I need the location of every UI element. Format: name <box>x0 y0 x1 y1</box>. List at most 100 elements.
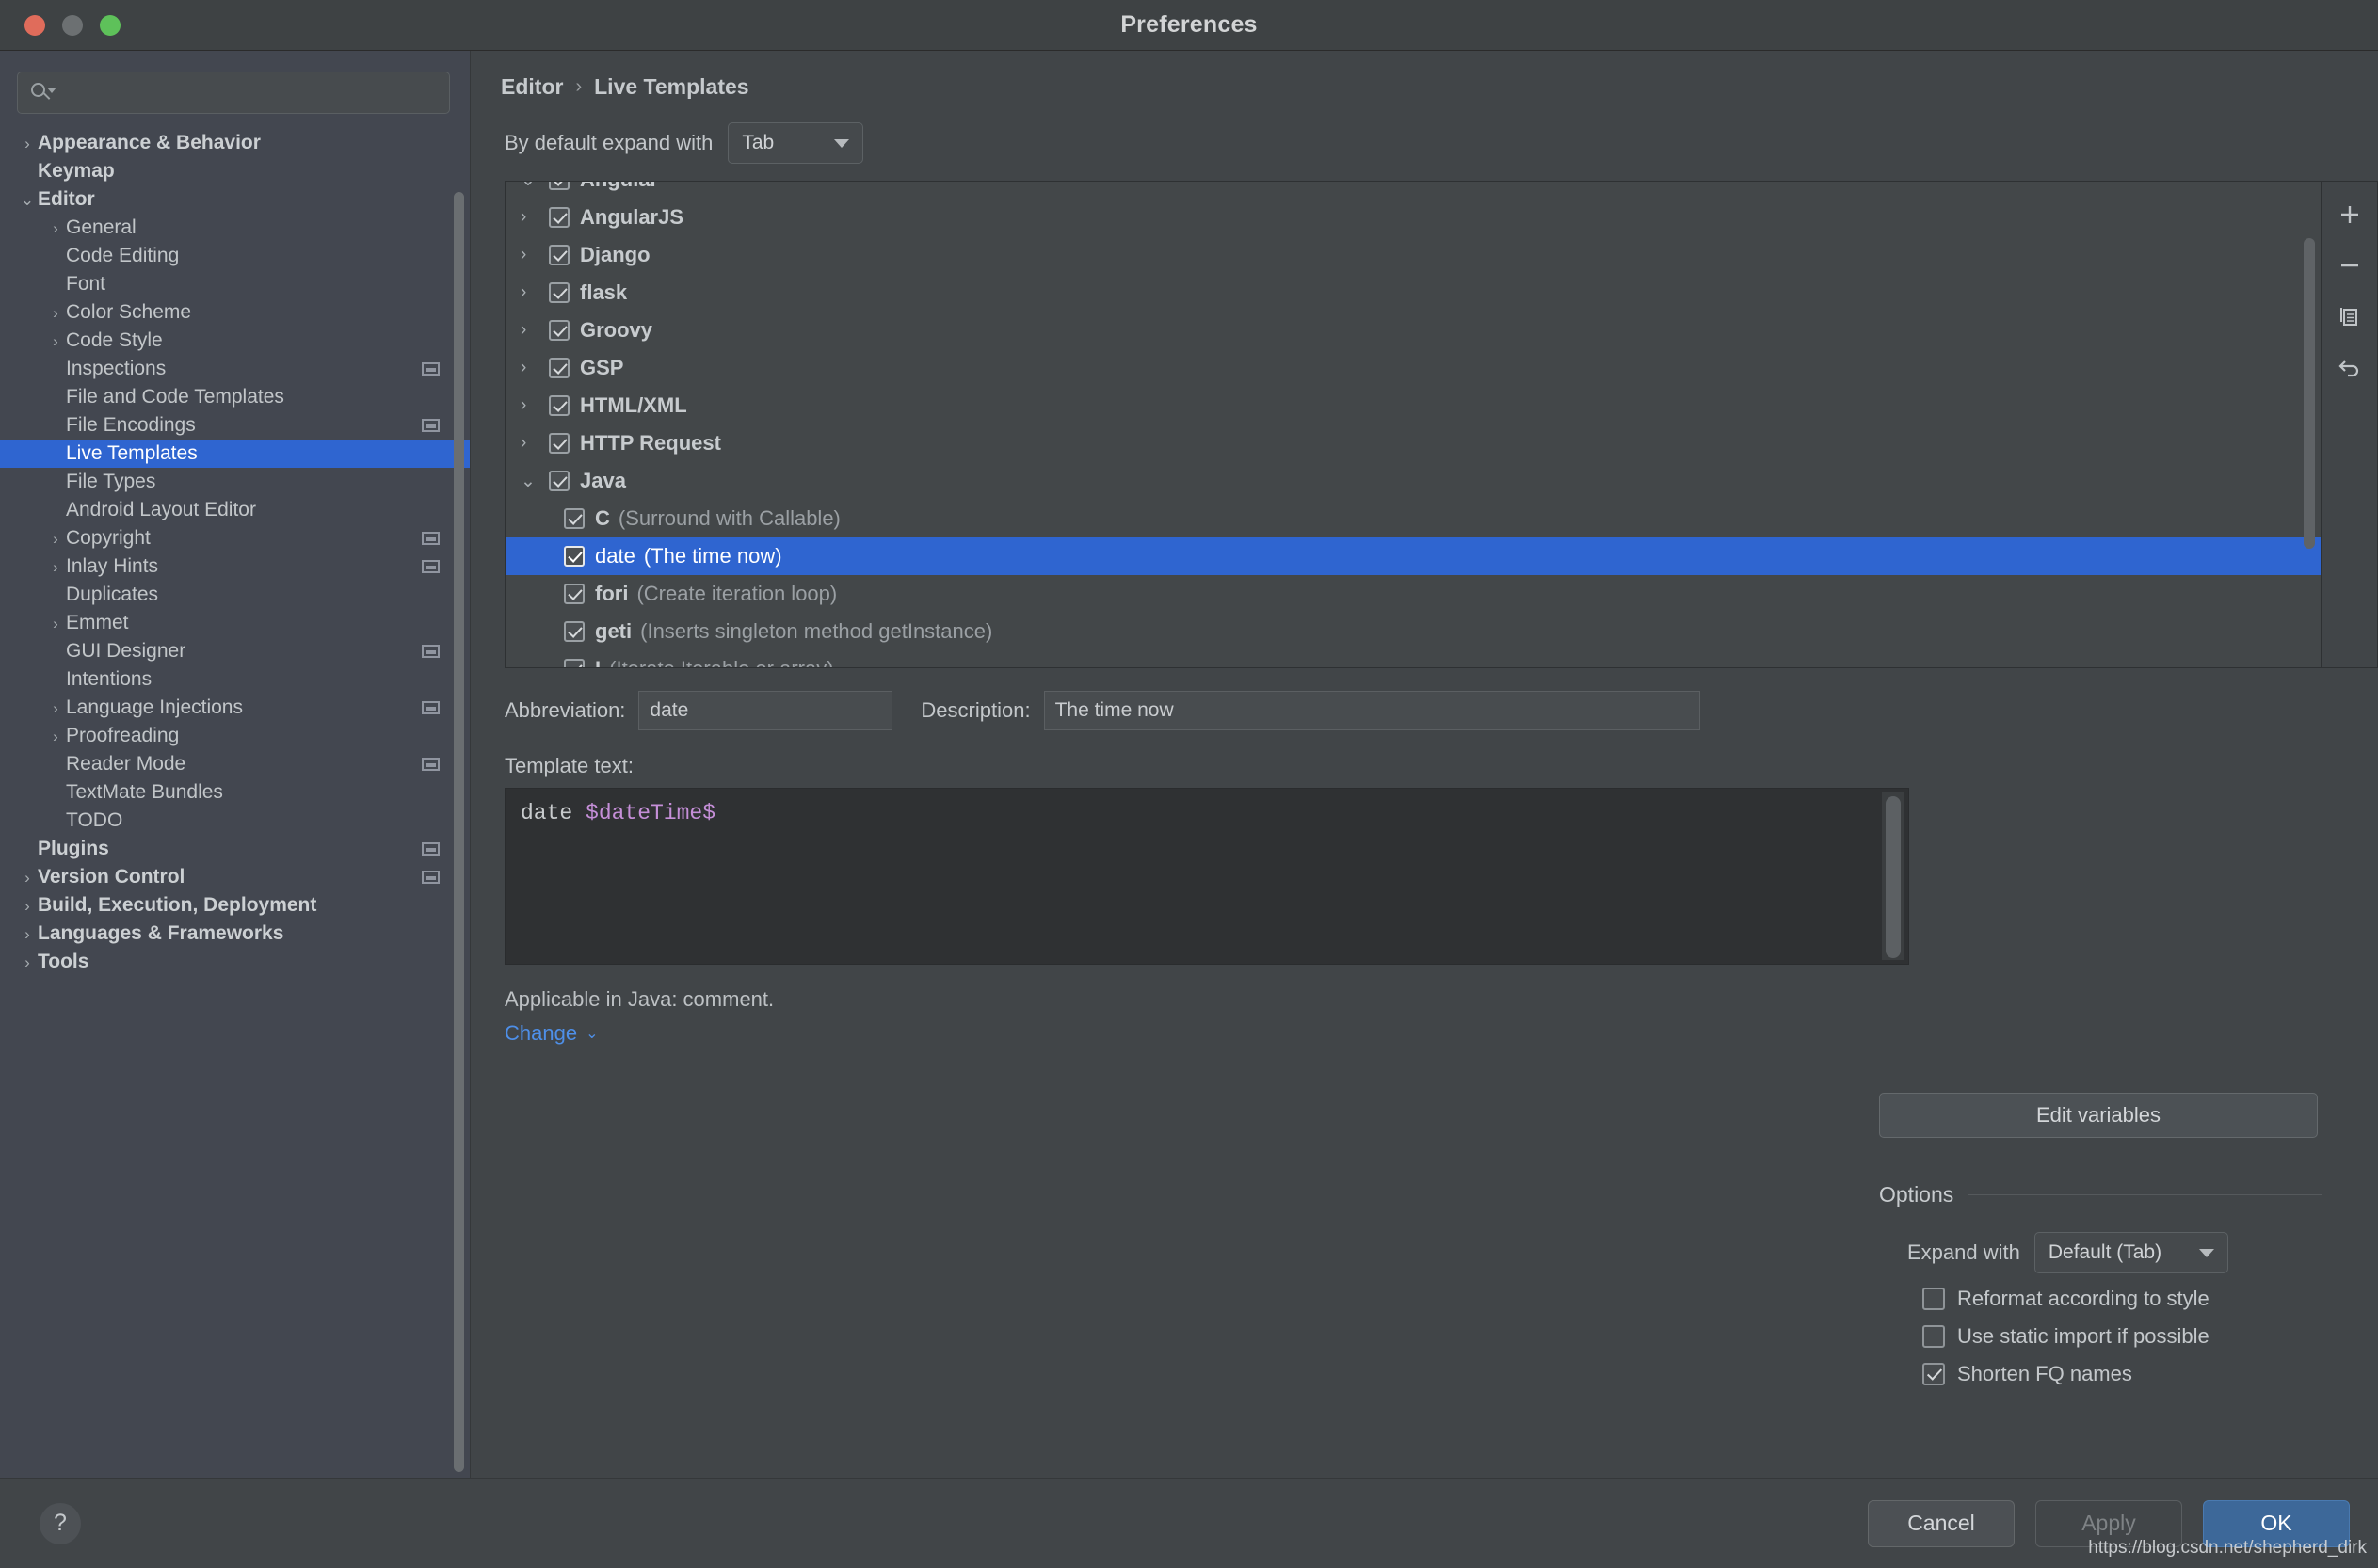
template-enabled-checkbox[interactable] <box>549 433 570 454</box>
sidebar-item-android-layout-editor[interactable]: Android Layout Editor <box>0 496 470 524</box>
chevron-right-icon[interactable]: › <box>17 954 38 970</box>
sidebar-item-plugins[interactable]: Plugins <box>0 835 470 863</box>
help-button[interactable]: ? <box>40 1503 81 1544</box>
sidebar-item-live-templates[interactable]: Live Templates <box>0 440 470 468</box>
default-expand-with-dropdown[interactable]: Tab <box>728 122 863 164</box>
sidebar-item-todo[interactable]: TODO <box>0 807 470 835</box>
chevron-down-icon[interactable]: ⌄ <box>521 471 549 492</box>
sidebar-item-file-types[interactable]: File Types <box>0 468 470 496</box>
template-tree-row[interactable]: ⌄Java <box>506 462 2321 500</box>
templates-tree-scrollbar[interactable] <box>2304 238 2315 549</box>
template-tree-row[interactable]: I(Iterate Iterable or array) <box>506 650 2321 668</box>
sidebar-item-file-and-code-templates[interactable]: File and Code Templates <box>0 383 470 411</box>
chevron-down-icon[interactable]: ⌄ <box>17 192 38 208</box>
chevron-right-icon[interactable]: › <box>17 870 38 886</box>
chevron-right-icon[interactable]: › <box>45 700 66 716</box>
chevron-right-icon[interactable]: › <box>17 898 38 914</box>
template-enabled-checkbox[interactable] <box>564 546 585 567</box>
editor-scrollbar[interactable] <box>1886 796 1901 958</box>
template-tree-row[interactable]: ›HTTP Request <box>506 424 2321 462</box>
option-shorten-fq-names[interactable]: Shorten FQ names <box>1879 1362 2322 1386</box>
sidebar-item-code-style[interactable]: ›Code Style <box>0 327 470 355</box>
revert-changes-icon[interactable] <box>2328 345 2371 389</box>
chevron-right-icon[interactable]: › <box>45 531 66 547</box>
duplicate-template-icon[interactable] <box>2328 295 2371 338</box>
chevron-right-icon[interactable]: › <box>17 926 38 942</box>
close-window-button[interactable] <box>24 15 45 36</box>
template-tree-row[interactable]: ›AngularJS <box>506 199 2321 236</box>
abbreviation-input[interactable] <box>638 691 892 730</box>
sidebar-item-version-control[interactable]: ›Version Control <box>0 863 470 891</box>
template-enabled-checkbox[interactable] <box>564 621 585 642</box>
sidebar-scrollbar[interactable] <box>454 192 464 1472</box>
edit-variables-button[interactable]: Edit variables <box>1879 1093 2318 1138</box>
chevron-down-icon[interactable]: ⌄ <box>521 181 549 191</box>
checkbox[interactable] <box>1922 1363 1945 1385</box>
chevron-right-icon[interactable]: › <box>45 305 66 321</box>
template-tree-row[interactable]: fori(Create iteration loop) <box>506 575 2321 613</box>
minimize-window-button[interactable] <box>62 15 83 36</box>
sidebar-item-textmate-bundles[interactable]: TextMate Bundles <box>0 778 470 807</box>
sidebar-item-editor[interactable]: ⌄Editor <box>0 185 470 214</box>
sidebar-item-duplicates[interactable]: Duplicates <box>0 581 470 609</box>
option-reformat-according-to-style[interactable]: Reformat according to style <box>1879 1287 2322 1311</box>
sidebar-item-emmet[interactable]: ›Emmet <box>0 609 470 637</box>
template-enabled-checkbox[interactable] <box>549 282 570 303</box>
sidebar-item-inlay-hints[interactable]: ›Inlay Hints <box>0 552 470 581</box>
template-enabled-checkbox[interactable] <box>564 659 585 668</box>
sidebar-item-proofreading[interactable]: ›Proofreading <box>0 722 470 750</box>
chevron-right-icon[interactable]: › <box>521 320 549 341</box>
chevron-right-icon[interactable]: › <box>521 395 549 416</box>
sidebar-item-appearance-behavior[interactable]: ›Appearance & Behavior <box>0 129 470 157</box>
template-tree-row[interactable]: date(The time now) <box>506 537 2321 575</box>
add-template-button[interactable] <box>2328 193 2371 236</box>
template-enabled-checkbox[interactable] <box>549 245 570 265</box>
template-text-editor[interactable]: date $dateTime$ <box>505 788 1909 965</box>
sidebar-item-reader-mode[interactable]: Reader Mode <box>0 750 470 778</box>
templates-tree-panel[interactable]: ⌄Angular›AngularJS›Django›flask›Groovy›G… <box>505 181 2322 668</box>
sidebar-item-gui-designer[interactable]: GUI Designer <box>0 637 470 665</box>
chevron-right-icon[interactable]: › <box>45 333 66 349</box>
template-tree-row[interactable]: geti(Inserts singleton method getInstanc… <box>506 613 2321 650</box>
sidebar-item-general[interactable]: ›General <box>0 214 470 242</box>
template-tree-row[interactable]: ›GSP <box>506 349 2321 387</box>
chevron-right-icon[interactable]: › <box>17 136 38 152</box>
template-enabled-checkbox[interactable] <box>564 508 585 529</box>
cancel-button[interactable]: Cancel <box>1868 1500 2015 1547</box>
sidebar-item-keymap[interactable]: Keymap <box>0 157 470 185</box>
template-tree-row[interactable]: ›Django <box>506 236 2321 274</box>
expand-with-dropdown[interactable]: Default (Tab) <box>2034 1232 2228 1273</box>
sidebar-item-inspections[interactable]: Inspections <box>0 355 470 383</box>
chevron-right-icon[interactable]: › <box>521 433 549 454</box>
remove-template-button[interactable] <box>2328 244 2371 287</box>
option-use-static-import-if-possible[interactable]: Use static import if possible <box>1879 1324 2322 1349</box>
template-enabled-checkbox[interactable] <box>549 320 570 341</box>
sidebar-item-copyright[interactable]: ›Copyright <box>0 524 470 552</box>
chevron-right-icon[interactable]: › <box>521 207 549 228</box>
template-enabled-checkbox[interactable] <box>564 584 585 604</box>
sidebar-item-language-injections[interactable]: ›Language Injections <box>0 694 470 722</box>
chevron-right-icon[interactable]: › <box>521 282 549 303</box>
search-input[interactable] <box>54 82 438 104</box>
template-enabled-checkbox[interactable] <box>549 207 570 228</box>
sidebar-item-tools[interactable]: ›Tools <box>0 948 470 976</box>
checkbox[interactable] <box>1922 1288 1945 1310</box>
chevron-right-icon[interactable]: › <box>45 728 66 744</box>
sidebar-item-font[interactable]: Font <box>0 270 470 298</box>
description-input[interactable] <box>1044 691 1700 730</box>
chevron-right-icon[interactable]: › <box>45 559 66 575</box>
sidebar-item-color-scheme[interactable]: ›Color Scheme <box>0 298 470 327</box>
template-tree-row[interactable]: C(Surround with Callable) <box>506 500 2321 537</box>
breadcrumb-parent[interactable]: Editor <box>501 74 563 100</box>
template-enabled-checkbox[interactable] <box>549 181 570 190</box>
checkbox[interactable] <box>1922 1325 1945 1348</box>
change-context-link[interactable]: Change ⌄ <box>505 1021 2378 1046</box>
sidebar-item-code-editing[interactable]: Code Editing <box>0 242 470 270</box>
chevron-right-icon[interactable]: › <box>521 358 549 378</box>
template-tree-row[interactable]: ⌄Angular <box>506 181 2321 199</box>
sidebar-item-build-execution-deployment[interactable]: ›Build, Execution, Deployment <box>0 891 470 920</box>
search-box[interactable] <box>17 72 450 114</box>
template-enabled-checkbox[interactable] <box>549 395 570 416</box>
sidebar-item-file-encodings[interactable]: File Encodings <box>0 411 470 440</box>
template-tree-row[interactable]: ›HTML/XML <box>506 387 2321 424</box>
